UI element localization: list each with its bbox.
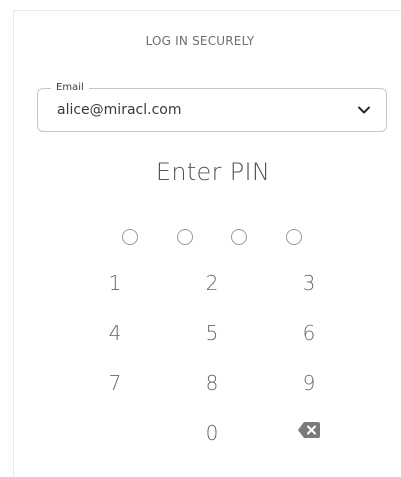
pin-indicator bbox=[0, 229, 401, 247]
keypad-key-1[interactable]: 1 bbox=[85, 265, 145, 301]
email-field-label: Email bbox=[51, 81, 89, 95]
keypad-key-0[interactable]: 0 bbox=[182, 415, 242, 451]
keypad-key-5[interactable]: 5 bbox=[182, 315, 242, 351]
chevron-down-icon[interactable] bbox=[356, 102, 372, 118]
keypad-key-9[interactable]: 9 bbox=[279, 365, 339, 401]
pin-dot bbox=[122, 229, 138, 245]
keypad-key-8[interactable]: 8 bbox=[182, 365, 242, 401]
keypad-key-3[interactable]: 3 bbox=[279, 265, 339, 301]
keypad-key-4[interactable]: 4 bbox=[85, 315, 145, 351]
backspace-button[interactable] bbox=[279, 414, 339, 450]
pin-dot bbox=[286, 229, 302, 245]
keypad-key-2[interactable]: 2 bbox=[182, 265, 242, 301]
page-title: LOG IN SECURELY bbox=[145, 34, 255, 48]
keypad-key-6[interactable]: 6 bbox=[279, 315, 339, 351]
pin-title: Enter PIN bbox=[155, 158, 271, 186]
pin-dot bbox=[231, 229, 247, 245]
email-field-value: alice@miracl.com bbox=[57, 102, 182, 118]
keypad-key-7[interactable]: 7 bbox=[85, 365, 145, 401]
pin-dot bbox=[177, 229, 193, 245]
backspace-icon bbox=[297, 421, 321, 443]
email-select[interactable]: Email alice@miracl.com bbox=[37, 81, 387, 132]
